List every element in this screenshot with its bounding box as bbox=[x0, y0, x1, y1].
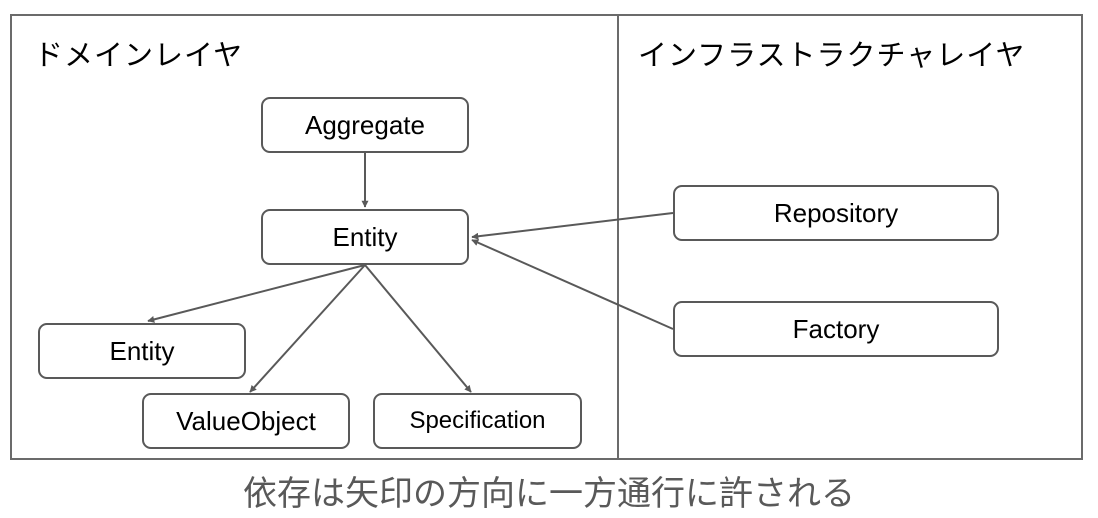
aggregate-node[interactable]: Aggregate bbox=[261, 97, 469, 153]
entity-node[interactable]: Entity bbox=[261, 209, 469, 265]
child-entity-node[interactable]: Entity bbox=[38, 323, 246, 379]
edge-repository-to-entity bbox=[471, 212, 674, 240]
specification-node[interactable]: Specification bbox=[373, 393, 582, 449]
domain-layer-title: ドメインレイヤ bbox=[34, 38, 244, 72]
dependency-caption: 依存は矢印の方向に一方通行に許される bbox=[243, 474, 855, 514]
valueobject-node[interactable]: ValueObject bbox=[142, 393, 350, 449]
edge-factory-to-entity bbox=[471, 239, 674, 330]
infrastructure-layer-title: インフラストラクチャレイヤ bbox=[638, 38, 1026, 72]
edge-entity-to-child-entity bbox=[147, 264, 366, 323]
edge-entity-to-specification bbox=[364, 264, 472, 393]
repository-node[interactable]: Repository bbox=[673, 185, 999, 241]
edge-entity-to-valueobject bbox=[249, 264, 366, 393]
factory-node[interactable]: Factory bbox=[673, 301, 999, 357]
